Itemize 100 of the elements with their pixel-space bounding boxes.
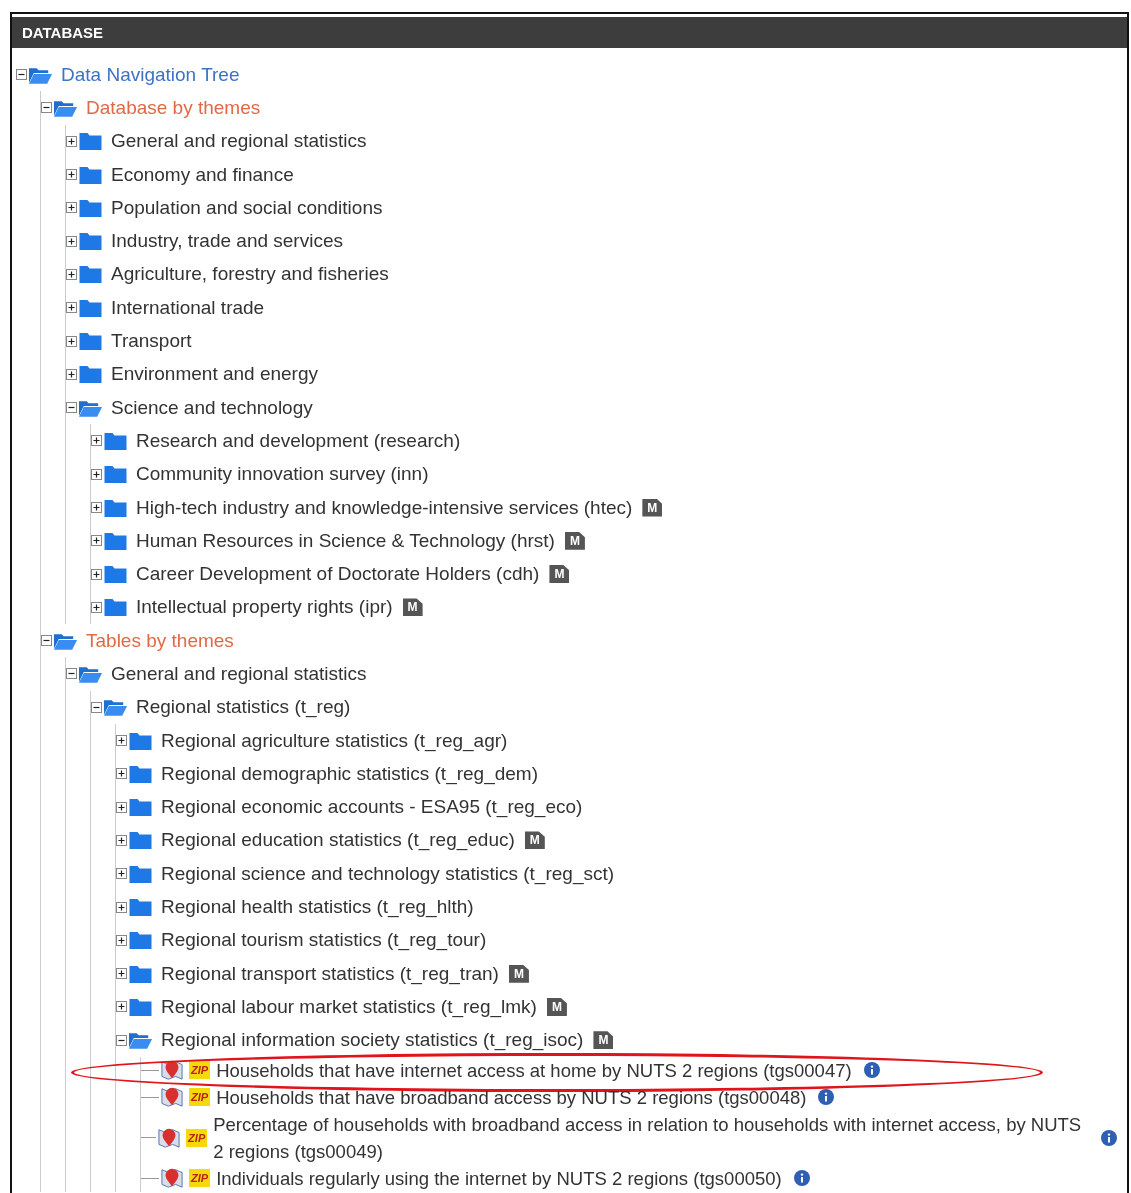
tree-item[interactable]: Regional statistics (t_reg) bbox=[136, 696, 351, 719]
collapse-icon[interactable] bbox=[66, 402, 77, 414]
folder-icon bbox=[128, 996, 153, 1017]
tree-item[interactable]: Data Navigation Tree bbox=[61, 63, 240, 86]
dataset-link[interactable]: Individuals regularly using the internet by NUTS 2 regions (tgs00050) bbox=[216, 1164, 782, 1192]
expand-icon[interactable] bbox=[66, 202, 77, 214]
info-icon[interactable] bbox=[818, 1089, 835, 1106]
expand-icon[interactable] bbox=[66, 135, 77, 147]
tree-item[interactable]: Community innovation survey (inn) bbox=[136, 463, 429, 486]
collapse-icon[interactable] bbox=[66, 668, 77, 680]
expand-icon[interactable] bbox=[66, 268, 77, 280]
expand-icon[interactable] bbox=[66, 169, 77, 181]
collapse-icon[interactable] bbox=[91, 701, 102, 713]
folder-icon bbox=[78, 164, 103, 185]
folder-icon bbox=[103, 564, 128, 585]
tree-item[interactable]: High-tech industry and knowledge-intensive services (htec) bbox=[136, 496, 633, 519]
tree-item[interactable]: Regional demographic statistics (t_reg_dem) bbox=[161, 762, 538, 785]
folder-icon bbox=[103, 464, 128, 485]
folder-icon bbox=[78, 197, 103, 218]
collapse-icon[interactable] bbox=[116, 1034, 127, 1046]
tree-item[interactable]: Human Resources in Science & Technology (hrst) bbox=[136, 529, 555, 552]
metadata-icon[interactable]: M bbox=[642, 498, 663, 517]
open-folder-icon bbox=[128, 1030, 153, 1051]
folder-icon bbox=[78, 331, 103, 351]
tree-item[interactable]: Regional labour market statistics (t_reg_lmk) bbox=[161, 995, 537, 1018]
tree-item[interactable]: Transport bbox=[111, 330, 192, 352]
tree-item[interactable]: Regional transport statistics (t_reg_tran) bbox=[161, 962, 499, 985]
expand-icon[interactable] bbox=[116, 801, 127, 813]
tree-item[interactable]: Intellectual property rights (ipr) bbox=[136, 596, 393, 619]
tree-item[interactable]: Regional agriculture statistics (t_reg_agr) bbox=[161, 729, 508, 752]
folder-icon bbox=[78, 231, 103, 252]
dataset-link[interactable]: Households that have broadband access by NUTS 2 regions (tgs00048) bbox=[216, 1083, 807, 1111]
folder-icon bbox=[78, 131, 103, 152]
folder-icon bbox=[103, 430, 128, 451]
expand-icon[interactable] bbox=[116, 768, 127, 780]
info-icon[interactable] bbox=[863, 1062, 880, 1079]
folder-icon bbox=[78, 264, 103, 285]
metadata-icon[interactable]: M bbox=[593, 1031, 614, 1050]
tree-item[interactable]: Economy and finance bbox=[111, 163, 294, 186]
expand-icon[interactable] bbox=[116, 735, 127, 747]
expand-icon[interactable] bbox=[116, 968, 127, 980]
map-pin-icon[interactable] bbox=[158, 1126, 181, 1149]
expand-icon[interactable] bbox=[66, 335, 77, 347]
expand-icon[interactable] bbox=[91, 468, 102, 480]
folder-icon bbox=[128, 730, 153, 751]
expand-icon[interactable] bbox=[116, 901, 127, 913]
folder-icon bbox=[128, 897, 153, 918]
dataset-link[interactable]: Households that have internet access at home by NUTS 2 regions (tgs00047) bbox=[216, 1056, 852, 1084]
tree-item[interactable]: General and regional statistics bbox=[111, 663, 367, 685]
zip-download-icon[interactable]: ZIP bbox=[189, 1061, 211, 1080]
tree-item[interactable]: Regional economic accounts - ESA95 (t_reg_eco) bbox=[161, 796, 583, 819]
folder-icon bbox=[128, 863, 153, 884]
metadata-icon[interactable]: M bbox=[564, 531, 585, 550]
expand-icon[interactable] bbox=[91, 601, 102, 613]
tree-item[interactable]: Regional science and technology statistics (t_reg_sct) bbox=[161, 862, 615, 885]
map-pin-icon[interactable] bbox=[161, 1086, 183, 1109]
metadata-icon[interactable]: M bbox=[549, 565, 570, 584]
info-icon[interactable] bbox=[793, 1170, 810, 1187]
expand-icon[interactable] bbox=[116, 868, 127, 880]
tree-item[interactable]: International trade bbox=[111, 296, 265, 319]
zip-download-icon[interactable]: ZIP bbox=[186, 1128, 208, 1147]
folder-icon bbox=[128, 830, 153, 851]
metadata-icon[interactable]: M bbox=[508, 964, 529, 983]
metadata-icon[interactable]: M bbox=[402, 598, 423, 617]
tree-item[interactable]: Regional health statistics (t_reg_hlth) bbox=[161, 896, 474, 919]
folder-icon bbox=[128, 763, 153, 784]
expand-icon[interactable] bbox=[116, 934, 127, 946]
expand-icon[interactable] bbox=[91, 535, 102, 547]
zip-download-icon[interactable]: ZIP bbox=[189, 1169, 211, 1188]
tree-item[interactable]: Regional information society statistics (t_reg_isoc) bbox=[161, 1029, 584, 1052]
collapse-icon[interactable] bbox=[16, 69, 27, 81]
expand-icon[interactable] bbox=[66, 235, 77, 247]
tree-item[interactable]: Population and social conditions bbox=[111, 196, 383, 219]
info-icon[interactable] bbox=[1101, 1129, 1117, 1146]
tree-item[interactable]: Regional tourism statistics (t_reg_tour) bbox=[161, 929, 487, 952]
tree-item[interactable]: Environment and energy bbox=[111, 363, 318, 386]
expand-icon[interactable] bbox=[91, 502, 102, 513]
folder-icon bbox=[78, 364, 103, 385]
tree-item[interactable]: Regional education statistics (t_reg_educ) bbox=[161, 829, 515, 852]
expand-icon[interactable] bbox=[91, 568, 102, 580]
metadata-icon[interactable]: M bbox=[546, 997, 567, 1016]
dataset-link[interactable]: Percentage of households with broadband access in relation to households with internet access, by NUTS 2 regions (tgs00049) bbox=[213, 1110, 1089, 1165]
tree-item[interactable]: Research and development (research) bbox=[136, 429, 461, 452]
tree-item[interactable]: General and regional statistics bbox=[111, 130, 367, 153]
collapse-icon[interactable] bbox=[41, 102, 52, 114]
expand-icon[interactable] bbox=[116, 834, 127, 846]
expand-icon[interactable] bbox=[66, 368, 77, 380]
tree-item[interactable]: Agriculture, forestry and fisheries bbox=[111, 263, 389, 286]
collapse-icon[interactable] bbox=[41, 635, 52, 647]
tree-item[interactable]: Science and technology bbox=[111, 396, 313, 419]
panel-header: DATABASE bbox=[12, 17, 1127, 48]
metadata-icon[interactable]: M bbox=[524, 831, 545, 850]
expand-icon[interactable] bbox=[91, 435, 102, 447]
map-pin-icon[interactable] bbox=[161, 1167, 183, 1190]
tree-item[interactable]: Career Development of Doctorate Holders (cdh) bbox=[136, 563, 540, 586]
zip-download-icon[interactable]: ZIP bbox=[189, 1088, 211, 1107]
expand-icon[interactable] bbox=[116, 1001, 127, 1013]
tree-item[interactable]: Industry, trade and services bbox=[111, 230, 343, 253]
expand-icon[interactable] bbox=[66, 302, 77, 314]
folder-icon bbox=[103, 530, 128, 551]
